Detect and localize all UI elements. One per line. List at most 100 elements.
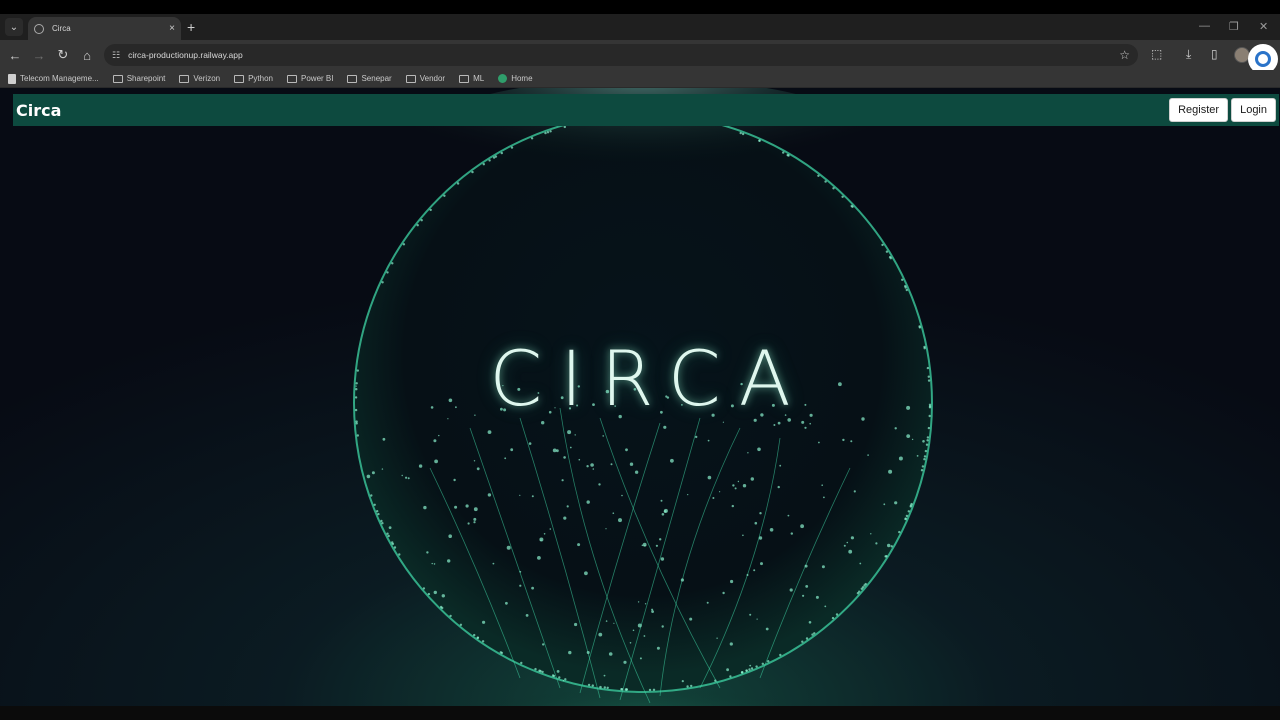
mesh-node xyxy=(556,670,560,673)
mesh-node xyxy=(749,613,752,616)
rim-node xyxy=(564,678,567,681)
rim-node xyxy=(787,154,790,157)
forward-icon[interactable]: → xyxy=(31,47,47,63)
mesh-node xyxy=(599,685,602,689)
page-viewport: Circa Register Login CIRCA xyxy=(0,88,1280,706)
download-icon[interactable]: ⤓ xyxy=(1186,47,1191,62)
mesh-node xyxy=(875,542,878,545)
mesh-node xyxy=(759,512,762,515)
mesh-node xyxy=(487,493,492,497)
side-panel-icon[interactable]: ▯ xyxy=(1211,47,1218,61)
mesh-node xyxy=(848,549,853,554)
tab-search-button[interactable]: ⌄ xyxy=(5,18,23,36)
mesh-node xyxy=(562,680,565,682)
new-tab-button[interactable]: + xyxy=(187,19,195,35)
mesh-node xyxy=(787,514,790,517)
window-close-icon[interactable]: ✕ xyxy=(1259,20,1268,33)
rim-node xyxy=(530,137,534,140)
bookmark-label: Vendor xyxy=(419,74,446,83)
mesh-node xyxy=(760,562,763,566)
mesh-node xyxy=(563,516,567,520)
mesh-node xyxy=(663,425,667,429)
address-bar[interactable]: ☷ circa-productionup.railway.app ☆ xyxy=(104,44,1138,66)
bookmark-item[interactable]: Vendor xyxy=(405,74,446,83)
mesh-node xyxy=(598,632,603,637)
minimize-icon[interactable]: — xyxy=(1199,20,1210,32)
rim-node xyxy=(551,674,555,677)
mesh-node xyxy=(716,637,718,639)
rim-node xyxy=(741,132,745,136)
site-info-icon[interactable]: ☷ xyxy=(112,50,120,61)
mesh-node xyxy=(637,601,640,603)
rim-node xyxy=(904,286,907,289)
mesh-node xyxy=(821,484,823,487)
rim-node xyxy=(904,517,907,520)
mesh-node xyxy=(473,460,476,462)
rim-node xyxy=(376,510,379,513)
close-tab-icon[interactable]: × xyxy=(169,23,175,34)
brand-logo[interactable]: Circa xyxy=(16,101,61,120)
mesh-node xyxy=(504,457,507,460)
rim-node xyxy=(851,205,854,208)
bookmark-item[interactable]: ML xyxy=(459,74,484,83)
bookmark-item[interactable]: Home xyxy=(498,74,533,83)
mesh-node xyxy=(805,585,809,588)
mesh-node xyxy=(584,571,588,576)
rim-node xyxy=(860,587,863,590)
mesh-node xyxy=(568,650,572,655)
bookmark-item[interactable]: Power BI xyxy=(287,74,333,83)
mesh-node xyxy=(592,468,595,470)
mesh-node xyxy=(729,642,733,646)
mesh-node xyxy=(722,591,725,595)
rim-node xyxy=(500,651,504,655)
login-button[interactable]: Login xyxy=(1231,98,1276,122)
extensions-icon[interactable]: ⬚ xyxy=(1151,47,1162,61)
mesh-node xyxy=(756,618,758,620)
restore-icon[interactable]: ❐ xyxy=(1229,20,1239,33)
mesh-node xyxy=(608,652,613,656)
bookmark-item[interactable]: Python xyxy=(234,74,273,83)
rim-node xyxy=(921,465,925,468)
rim-node xyxy=(391,262,394,265)
mesh-node xyxy=(894,427,897,430)
mesh-node xyxy=(731,504,734,508)
rim-node xyxy=(782,151,785,154)
mesh-node xyxy=(641,544,644,547)
mesh-node xyxy=(566,505,569,508)
tab-strip: ⌄ Circa × + — ❐ ✕ xyxy=(0,14,1280,40)
rim-node xyxy=(648,688,652,692)
bookmark-item[interactable]: Sharepoint xyxy=(112,74,166,83)
mesh-node xyxy=(434,459,438,464)
bookmark-item[interactable]: Telecom Manageme... xyxy=(8,73,99,84)
bookmark-item[interactable]: Senepar xyxy=(347,74,392,83)
rim-node xyxy=(391,541,394,544)
tab-circa[interactable]: Circa × xyxy=(28,17,181,40)
mesh-node xyxy=(850,440,853,443)
mesh-node xyxy=(842,438,845,442)
mesh-node xyxy=(505,601,508,605)
reload-icon[interactable]: ↻ xyxy=(55,47,71,63)
bookmark-label: Telecom Manageme... xyxy=(20,74,99,83)
bookmark-item[interactable]: Verizon xyxy=(179,74,220,83)
url-text[interactable]: circa-productionup.railway.app xyxy=(128,50,1119,60)
mesh-node xyxy=(757,447,761,452)
rim-node xyxy=(456,182,460,185)
rim-node xyxy=(864,582,867,586)
bookmark-star-icon[interactable]: ☆ xyxy=(1119,48,1130,62)
mesh-node xyxy=(366,474,371,479)
mesh-node xyxy=(405,476,408,479)
mesh-node xyxy=(742,534,744,537)
mesh-node xyxy=(482,620,486,624)
back-icon[interactable]: ← xyxy=(7,47,23,63)
home-icon[interactable]: ⌂ xyxy=(79,47,95,63)
mesh-node xyxy=(448,534,453,538)
register-button[interactable]: Register xyxy=(1169,98,1229,122)
browser-toolbar: ← → ↻ ⌂ ☷ circa-productionup.railway.app… xyxy=(0,40,1280,70)
bookmark-label: Sharepoint xyxy=(126,74,166,83)
screen-bottom-bar xyxy=(0,706,1280,720)
rim-node xyxy=(739,131,742,135)
mesh-node xyxy=(898,456,903,461)
rim-node xyxy=(482,163,485,166)
rim-node xyxy=(541,670,544,674)
rim-node xyxy=(901,278,904,281)
